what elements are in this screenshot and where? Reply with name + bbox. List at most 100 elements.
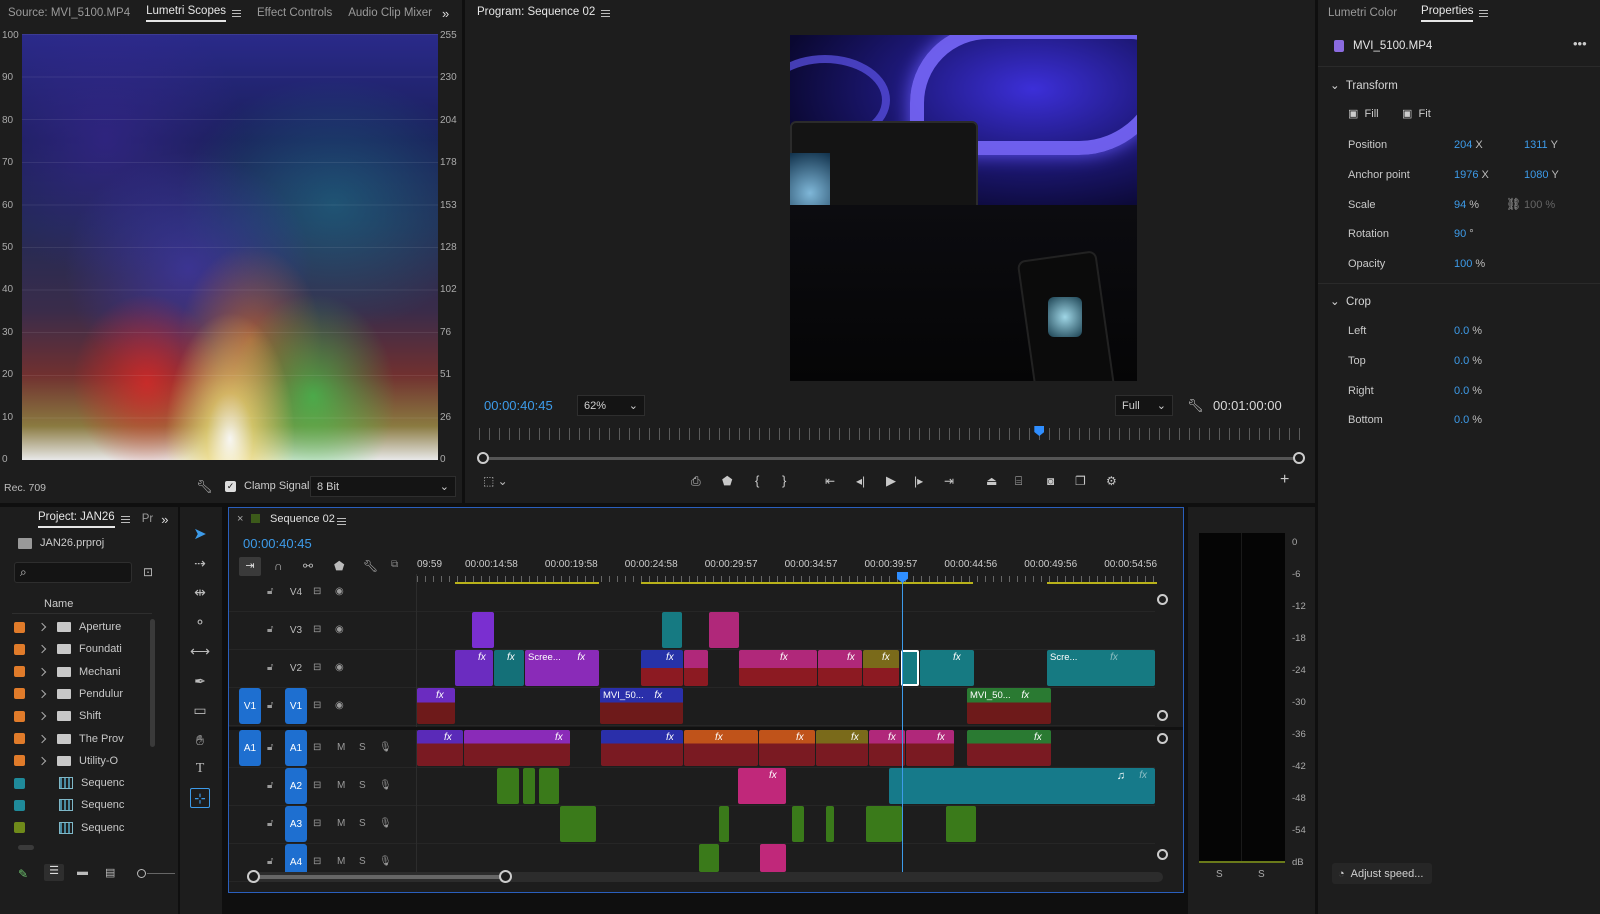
crop-right-value[interactable]: 0.0%: [1454, 385, 1482, 397]
project-item[interactable]: Sequenc: [14, 817, 154, 839]
chevron-right-icon[interactable]: [37, 645, 47, 654]
project-item[interactable]: Shift: [14, 705, 154, 727]
solo-right-button[interactable]: S: [1258, 869, 1265, 880]
sync-lock-icon[interactable]: ⊟: [313, 742, 321, 753]
clip-v2[interactable]: fx: [920, 650, 974, 686]
toggle-proxies-icon[interactable]: ⚙: [1106, 474, 1117, 488]
tab-properties[interactable]: Properties: [1405, 5, 1496, 22]
clip-v2-screen[interactable]: Scree... fx: [525, 650, 599, 686]
clip-v2[interactable]: fx: [641, 650, 683, 686]
tab-source[interactable]: Source: MVI_5100.MP4: [0, 7, 138, 19]
clip-a3[interactable]: [560, 806, 596, 842]
project-search-input[interactable]: ⌕: [14, 562, 132, 583]
zoom-select[interactable]: 62% ⌄: [577, 395, 645, 416]
panel-menu-icon[interactable]: [337, 516, 346, 528]
source-patch-button[interactable]: A1: [239, 730, 261, 766]
wrench-icon[interactable]: 🔧︎: [1187, 398, 1204, 414]
link-icon[interactable]: ⛓: [1506, 197, 1521, 211]
clip-a4[interactable]: [760, 844, 786, 872]
track-target-button[interactable]: V2: [285, 650, 307, 686]
selection-tool-icon[interactable]: ➤: [190, 524, 210, 544]
step-back-icon[interactable]: ◂|: [856, 474, 865, 488]
scale-value[interactable]: 94%: [1454, 199, 1479, 211]
add-marker-icon[interactable]: ⎙: [691, 474, 701, 489]
clip-a2[interactable]: fx: [738, 768, 786, 804]
sync-lock-icon[interactable]: ⊟: [313, 586, 321, 597]
label-color-swatch[interactable]: [14, 688, 25, 700]
label-color-swatch[interactable]: [14, 710, 25, 722]
sync-lock-icon[interactable]: ⊟: [313, 780, 321, 791]
video-scroll-handle[interactable]: [1157, 710, 1168, 721]
project-item[interactable]: Aperture: [14, 616, 154, 638]
scroll-end-handle[interactable]: [1293, 452, 1305, 464]
crop-left-value[interactable]: 0.0%: [1454, 325, 1482, 337]
clip-v2-screen[interactable]: Scre... fx: [1047, 650, 1155, 686]
track-target-button[interactable]: V1: [285, 688, 307, 724]
wrench-icon[interactable]: 🔧︎: [196, 479, 213, 495]
tab-program[interactable]: Program: Sequence 02: [465, 6, 618, 21]
auto-reframe-tool-icon[interactable]: ⊹: [190, 788, 210, 808]
clip-a1[interactable]: fx: [816, 730, 868, 766]
type-tool-icon[interactable]: T: [190, 759, 210, 779]
solo-button[interactable]: S: [359, 818, 366, 829]
clip-a4[interactable]: [699, 844, 719, 872]
crop-section[interactable]: ⌄ Crop: [1330, 294, 1371, 308]
solo-button[interactable]: S: [359, 742, 366, 753]
project-hscrollbar[interactable]: [18, 845, 34, 850]
eye-icon[interactable]: ◉: [335, 624, 344, 635]
lock-icon[interactable]: 🔓︎: [267, 624, 273, 635]
clip-a1[interactable]: fx: [869, 730, 905, 766]
source-patch-button[interactable]: V1: [239, 688, 261, 724]
clip-v2[interactable]: fx: [863, 650, 899, 686]
label-color-swatch[interactable]: [14, 733, 25, 744]
clip-a2-music[interactable]: ♫ fx: [889, 768, 1155, 804]
video-scroll-handle[interactable]: [1157, 594, 1168, 605]
project-item[interactable]: Pendulur: [14, 683, 154, 705]
clip-a1[interactable]: fx: [684, 730, 758, 766]
rectangle-tool-icon[interactable]: ▭: [190, 700, 210, 720]
mute-button[interactable]: M: [337, 742, 345, 753]
lock-icon[interactable]: 🔓︎: [267, 742, 273, 753]
timeline-zoom-bar[interactable]: [253, 875, 505, 879]
mute-button[interactable]: M: [337, 818, 345, 829]
label-color-swatch[interactable]: [14, 755, 25, 767]
bit-depth-select[interactable]: 8 Bit ⌄: [310, 476, 456, 497]
add-button-icon[interactable]: +: [1280, 471, 1289, 489]
clip-v2[interactable]: fx: [739, 650, 817, 686]
fill-button[interactable]: ▣ Fill: [1348, 107, 1379, 120]
safe-margins-icon[interactable]: ⬚ ⌄: [483, 474, 508, 488]
crop-top-value[interactable]: 0.0%: [1454, 355, 1482, 367]
solo-button[interactable]: S: [359, 780, 366, 791]
track-target-button[interactable]: A2: [285, 768, 307, 804]
clip-v2-selected[interactable]: [901, 650, 919, 686]
overflow-tabs-icon[interactable]: »: [440, 6, 451, 21]
clip-v1-mvi[interactable]: MVI_50... fx: [600, 688, 683, 724]
timeline-playhead-line[interactable]: [902, 578, 903, 874]
clip-v3[interactable]: [662, 612, 682, 648]
project-item[interactable]: Utility-O: [14, 750, 154, 772]
lock-icon[interactable]: 🔓︎: [267, 586, 273, 597]
microphone-icon[interactable]: 🎙︎: [379, 742, 392, 753]
chevron-right-icon[interactable]: [37, 689, 47, 699]
label-color-swatch[interactable]: [14, 621, 25, 633]
tab-effect-controls[interactable]: Effect Controls: [249, 7, 340, 19]
clip-a1[interactable]: fx: [417, 730, 463, 766]
more-options-icon[interactable]: •••: [1573, 36, 1587, 51]
microphone-icon[interactable]: 🎙︎: [379, 780, 392, 791]
label-color-swatch[interactable]: [14, 822, 25, 834]
clip-v1[interactable]: fx: [417, 688, 455, 724]
tab-lumetri-color[interactable]: Lumetri Color: [1318, 7, 1405, 19]
chevron-right-icon[interactable]: [37, 622, 47, 632]
mute-button[interactable]: M: [337, 856, 345, 867]
close-icon[interactable]: ×: [237, 513, 243, 525]
eye-icon[interactable]: ◉: [335, 700, 344, 711]
camera-icon[interactable]: ◙: [1047, 474, 1054, 488]
project-scrollbar[interactable]: [150, 619, 155, 747]
mark-out-icon[interactable]: }: [782, 473, 786, 488]
track-select-tool-icon[interactable]: ⇢: [190, 553, 210, 573]
project-item[interactable]: Sequenc: [14, 794, 154, 816]
anchor-y[interactable]: 1080 Y: [1524, 169, 1559, 181]
new-bin-icon[interactable]: ⊡: [143, 565, 153, 579]
microphone-icon[interactable]: 🎙︎: [379, 856, 392, 867]
scroll-start-handle[interactable]: [477, 452, 489, 464]
